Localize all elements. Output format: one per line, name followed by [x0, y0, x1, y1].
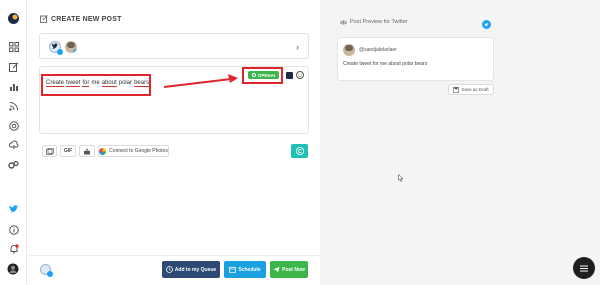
- gif-label: GIF: [63, 148, 73, 154]
- post-now-button[interactable]: Post Now: [270, 261, 308, 278]
- canva-icon: [295, 147, 304, 155]
- images-icon: [45, 147, 54, 155]
- schedule-button[interactable]: Schedule: [224, 261, 266, 278]
- hamburger-icon: [580, 265, 588, 271]
- openai-icon: [251, 73, 256, 77]
- google-photos-button[interactable]: Connect to Google Photos: [98, 145, 169, 157]
- twitter-preview-icon: [482, 20, 491, 29]
- gif-button[interactable]: GIF: [60, 145, 76, 157]
- post-now-label: Post Now: [282, 266, 305, 273]
- selected-account-avatar[interactable]: [40, 264, 53, 277]
- openai-button[interactable]: OPENAI: [248, 71, 279, 79]
- upload-icon: [84, 148, 90, 154]
- preview-avatar: [343, 44, 355, 56]
- preview-text: Create tweet for me about polar bears: [343, 61, 428, 67]
- menu-fab-button[interactable]: [573, 257, 595, 279]
- clock-icon: [165, 266, 173, 273]
- canva-button[interactable]: [291, 144, 308, 158]
- preview-header: Post Preview for Twitter: [340, 19, 408, 25]
- google-photos-icon: [99, 147, 107, 155]
- twitter-badge-icon: [47, 271, 53, 277]
- preview-title-text: Post Preview for Twitter: [350, 19, 408, 25]
- preview-username: @sandjakdarlaer: [359, 47, 397, 53]
- save-as-draft-button[interactable]: Save as Draft: [448, 84, 494, 95]
- schedule-label: Schedule: [238, 266, 261, 273]
- google-photos-label: Connect to Google Photos: [109, 148, 168, 154]
- calendar-icon: [229, 266, 237, 273]
- queue-label: Add to my Queue: [174, 266, 217, 273]
- preview-card: @sandjakdarlaer Create tweet for me abou…: [337, 37, 494, 81]
- media-library-button[interactable]: [42, 145, 57, 157]
- send-icon: [273, 266, 280, 273]
- openai-label: OPENAI: [257, 72, 276, 78]
- upload-button[interactable]: [79, 145, 95, 157]
- emoji-icon[interactable]: [296, 71, 304, 79]
- eye-icon: [340, 19, 347, 25]
- hashtag-icon[interactable]: [286, 72, 293, 84]
- add-to-queue-button[interactable]: Add to my Queue: [162, 261, 220, 278]
- save-icon: [453, 86, 460, 93]
- mouse-cursor-icon: [398, 174, 404, 182]
- draft-label: Save as Draft: [461, 87, 489, 92]
